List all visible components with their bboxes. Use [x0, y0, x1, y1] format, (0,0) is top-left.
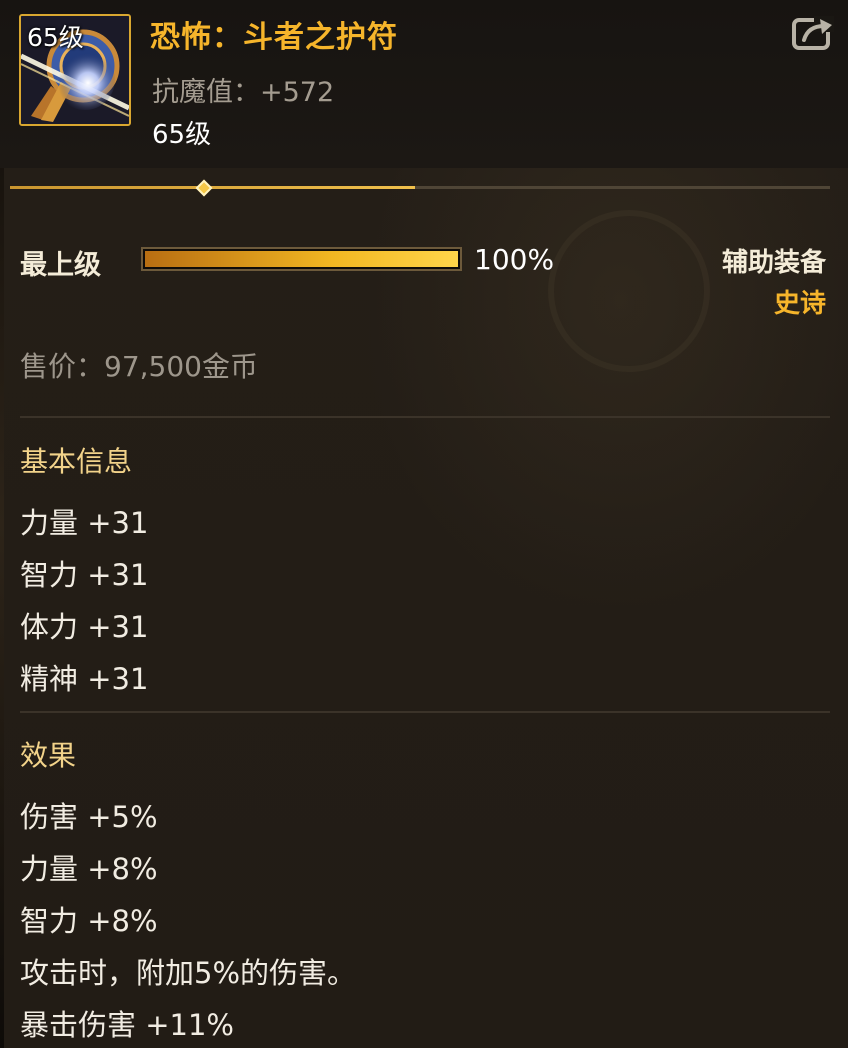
effect-row: 攻击时，附加5%的伤害。 — [20, 956, 357, 990]
background-emblem — [548, 210, 710, 372]
grade-bar-fill — [145, 251, 458, 267]
divider-gem-icon — [195, 179, 213, 197]
equipment-rarity: 史诗 — [773, 289, 826, 319]
item-name: 恐怖：斗者之护符 — [150, 20, 398, 55]
basic-stat-row: 精神 +31 — [20, 662, 149, 696]
grade-bar — [141, 247, 462, 271]
section-divider — [20, 416, 830, 418]
magic-defense-stat: 抗魔值：+572 — [152, 77, 335, 108]
item-level: 65级 — [152, 120, 212, 150]
sell-price: 售价：97,500金币 — [20, 350, 258, 383]
section-divider — [20, 711, 830, 713]
header-divider — [10, 186, 830, 189]
basic-stat-row: 体力 +31 — [20, 610, 149, 644]
amulet-icon: 65级 — [19, 14, 131, 126]
effects-title: 效果 — [20, 739, 77, 772]
effect-row: 伤害 +5% — [20, 800, 158, 834]
share-button[interactable] — [792, 14, 836, 52]
share-icon — [792, 16, 834, 50]
icon-level-label: 65级 — [27, 23, 84, 52]
basic-stat-row: 力量 +31 — [20, 506, 149, 540]
basic-info-title: 基本信息 — [20, 445, 133, 478]
grade-label: 最上级 — [20, 250, 101, 281]
effect-row: 智力 +8% — [20, 904, 158, 938]
tooltip-header: 65级 恐怖：斗者之护符 抗魔值：+572 65级 — [0, 0, 848, 168]
basic-stat-row: 智力 +31 — [20, 558, 149, 592]
equipment-type: 辅助装备 — [721, 248, 826, 278]
item-tooltip-panel: 65级 恐怖：斗者之护符 抗魔值：+572 65级 最上级 100% 辅助装备 … — [0, 0, 848, 1048]
effect-row: 力量 +8% — [20, 852, 158, 886]
grade-percent: 100% — [474, 243, 555, 276]
effect-row: 暴击伤害 +11% — [20, 1008, 234, 1042]
